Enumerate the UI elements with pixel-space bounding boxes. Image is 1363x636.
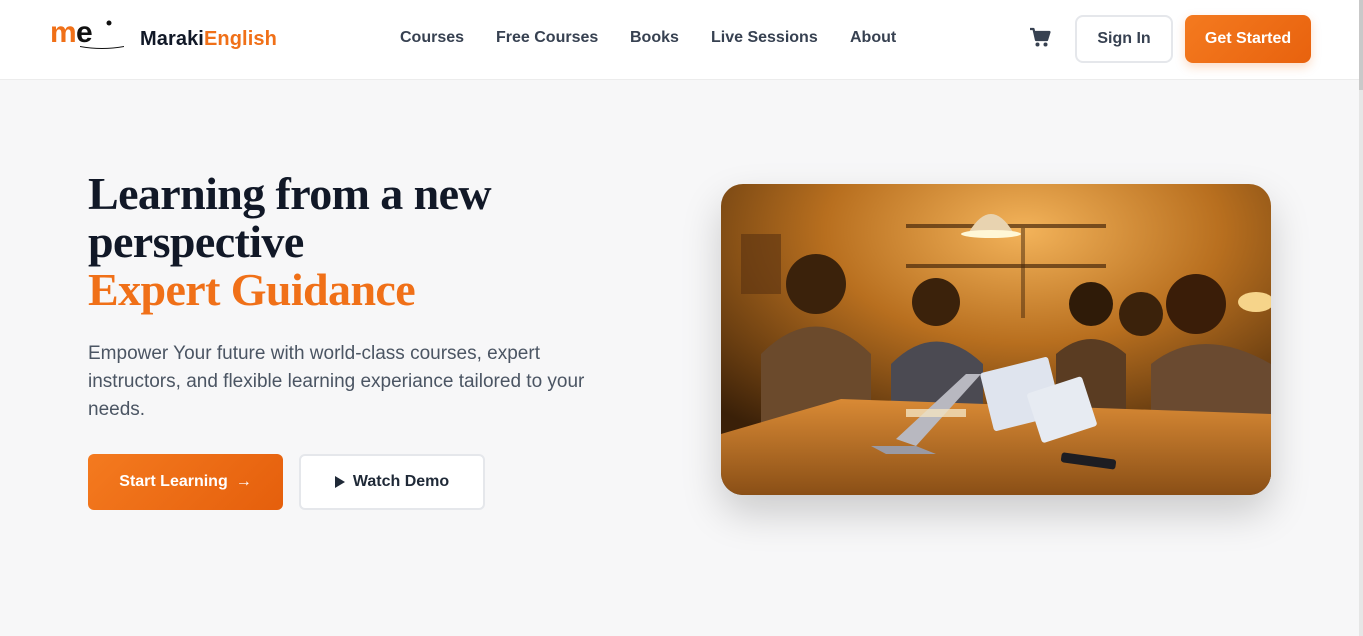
top-navbar: m e MarakiEnglish Courses Free Courses B… bbox=[0, 0, 1363, 80]
page-scrollbar[interactable] bbox=[1359, 0, 1363, 636]
nav-about[interactable]: About bbox=[850, 29, 896, 47]
brand-name-part1: Maraki bbox=[140, 28, 204, 50]
svg-text:e: e bbox=[76, 16, 92, 49]
play-icon bbox=[334, 476, 345, 488]
watch-demo-label: Watch Demo bbox=[352, 473, 450, 490]
scrollbar-thumb[interactable] bbox=[1359, 0, 1363, 90]
hero-students-image bbox=[721, 184, 1271, 495]
brand-name-part2: English bbox=[203, 28, 277, 50]
cart-icon[interactable] bbox=[1029, 26, 1051, 48]
hero-accent-title: Expert Guidance bbox=[88, 264, 416, 315]
hero-description: Empower Your future with world-class cou… bbox=[88, 343, 585, 420]
watch-demo-button[interactable]: Watch Demo bbox=[299, 454, 485, 510]
arrow-right-icon: → bbox=[235, 473, 252, 490]
svg-text:m: m bbox=[50, 16, 75, 49]
get-started-button[interactable]: Get Started bbox=[1185, 15, 1311, 63]
nav-free-courses[interactable]: Free Courses bbox=[496, 29, 598, 47]
start-learning-label: Start Learning bbox=[119, 473, 228, 490]
nav-books[interactable]: Books bbox=[630, 29, 679, 47]
sign-in-button[interactable]: Sign In bbox=[1075, 15, 1173, 63]
nav-live-sessions[interactable]: Live Sessions bbox=[711, 29, 818, 47]
start-learning-button[interactable]: Start Learning → bbox=[88, 454, 283, 510]
brand-logo[interactable]: m e bbox=[50, 16, 126, 50]
hero-title: Learning from a new perspective bbox=[88, 168, 492, 267]
brand-name[interactable]: MarakiEnglish bbox=[140, 28, 277, 51]
nav-courses[interactable]: Courses bbox=[400, 29, 464, 47]
